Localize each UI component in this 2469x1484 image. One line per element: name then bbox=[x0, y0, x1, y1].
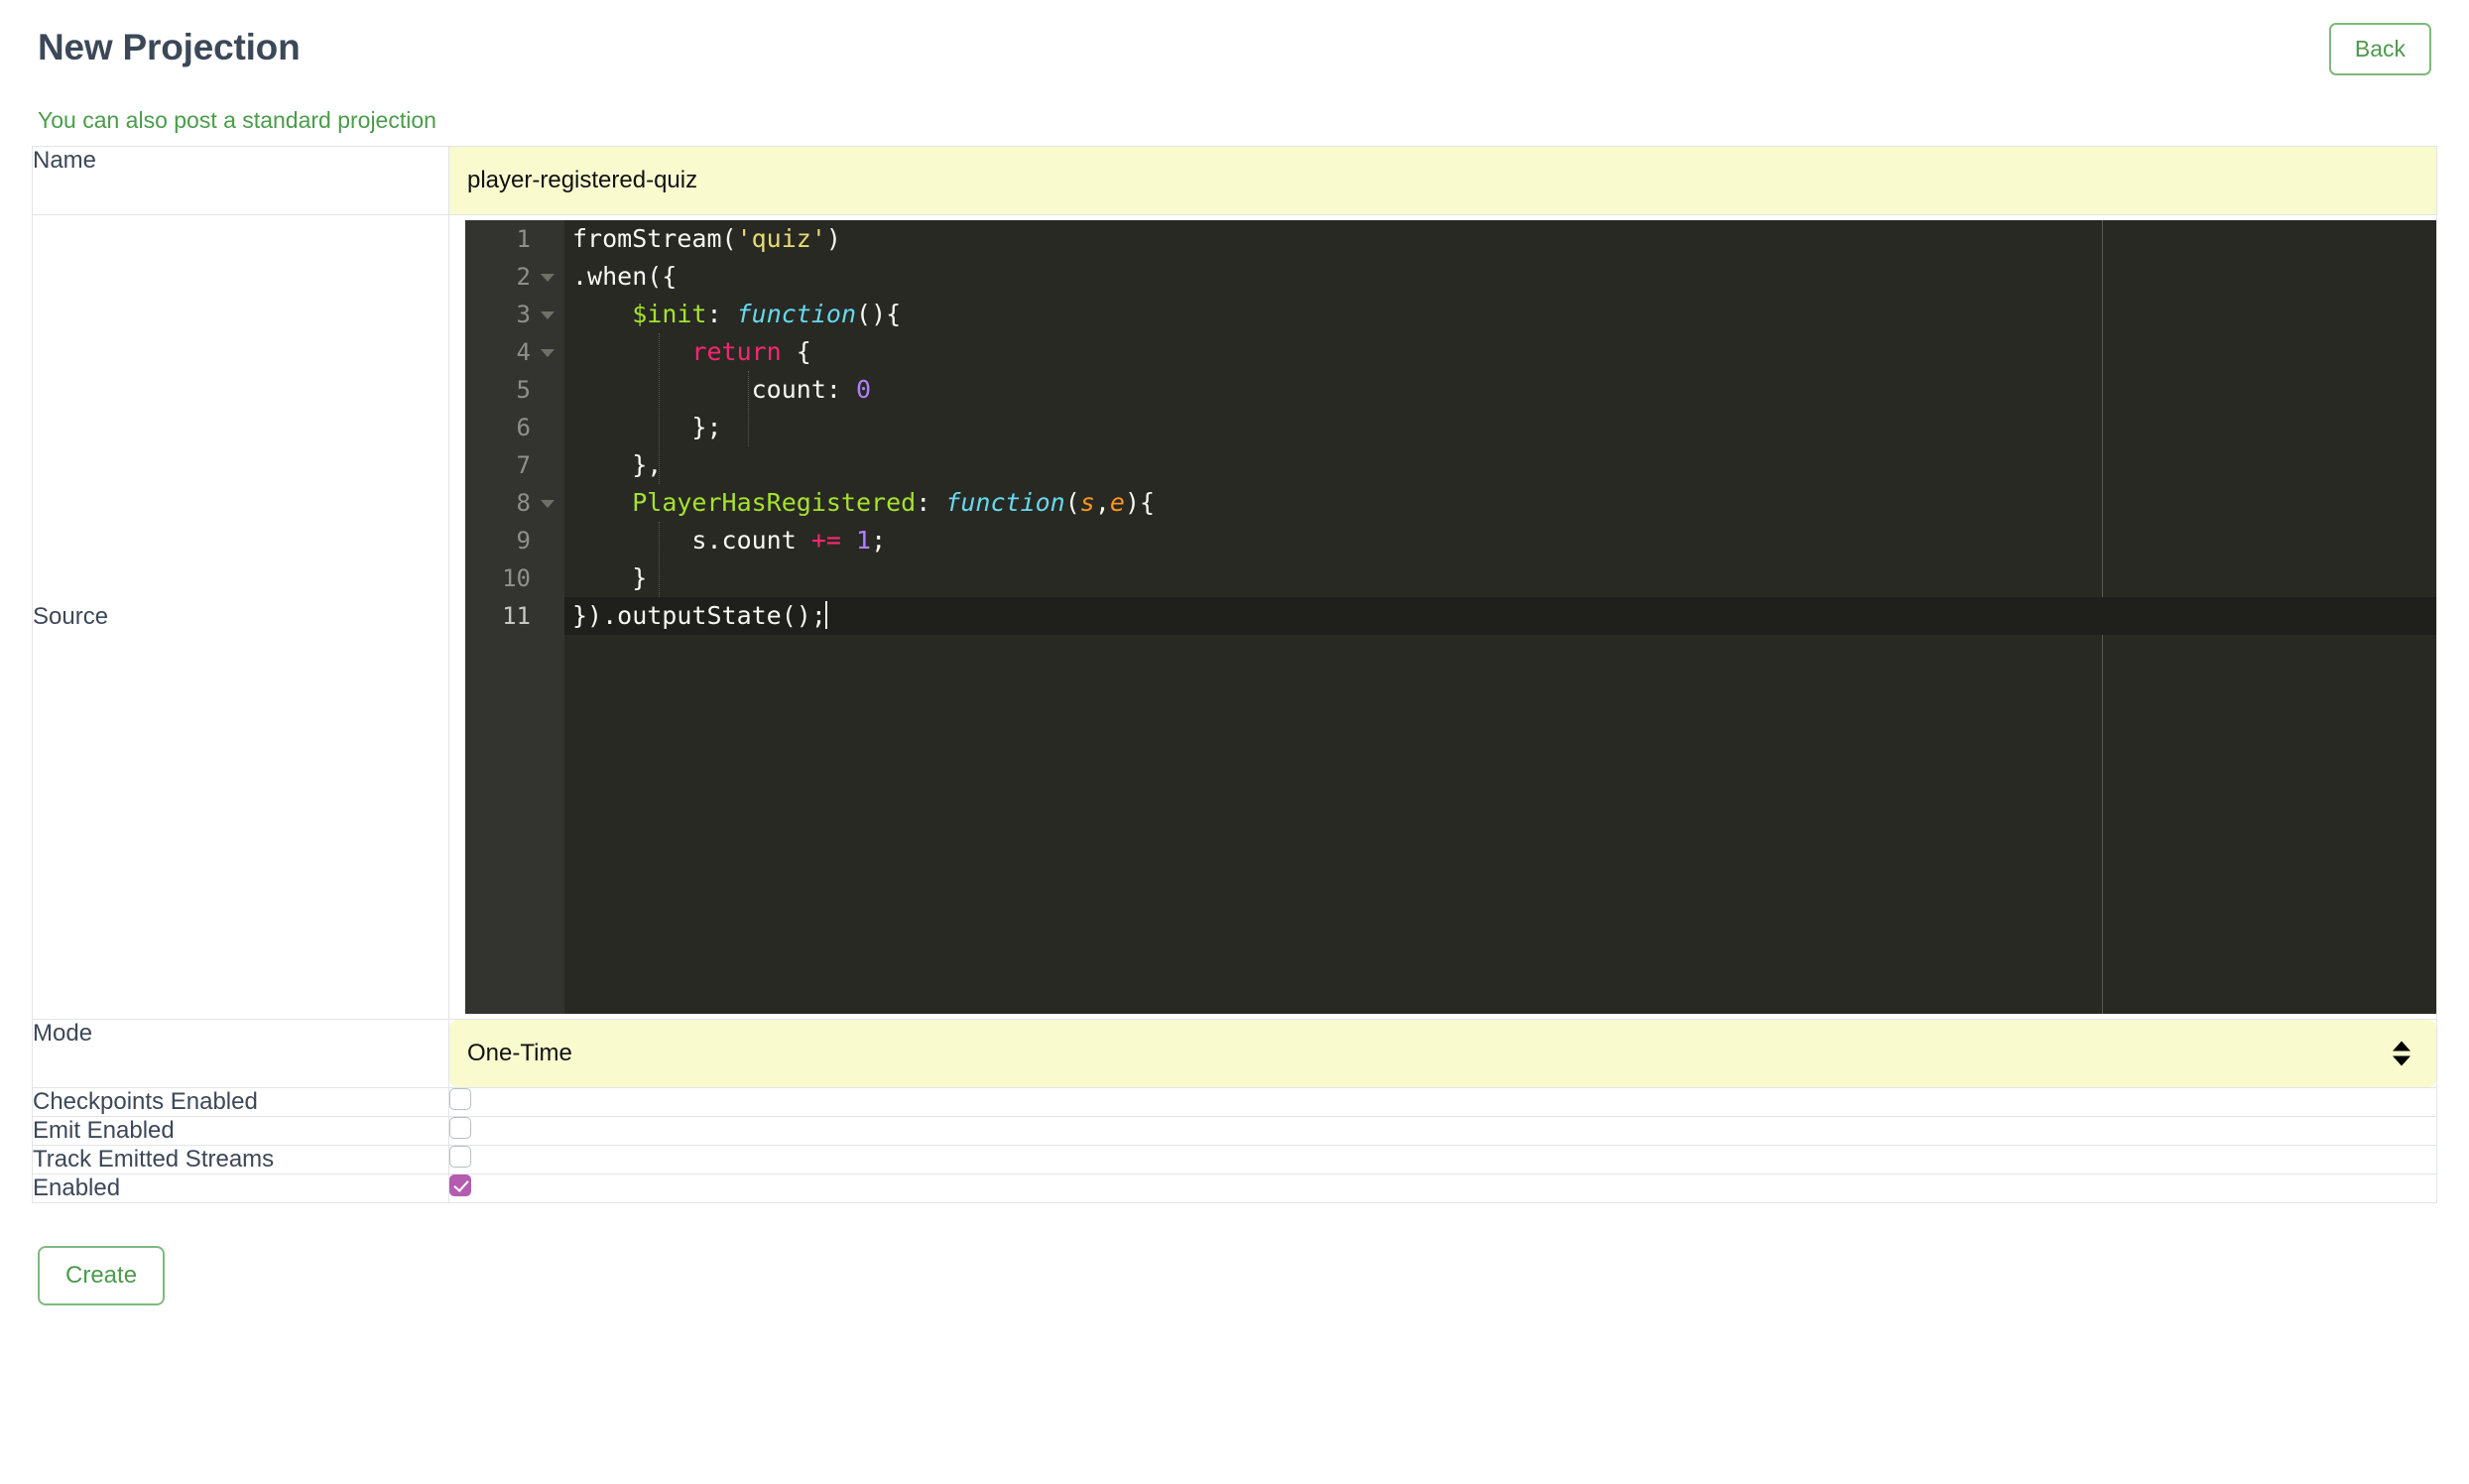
track-emitted-streams-cell bbox=[449, 1146, 2437, 1175]
gutter-line: 2 bbox=[465, 258, 564, 296]
mode-select-wrap bbox=[449, 1020, 2436, 1087]
code-line: }; bbox=[564, 409, 2436, 446]
code-line: return { bbox=[564, 333, 2436, 371]
fold-arrow-icon[interactable] bbox=[541, 500, 555, 508]
create-button[interactable]: Create bbox=[38, 1246, 165, 1305]
gutter-line: 8 bbox=[465, 484, 564, 522]
enabled-cell bbox=[449, 1175, 2437, 1203]
page-title: New Projection bbox=[38, 26, 300, 69]
gutter-line: 4 bbox=[465, 333, 564, 371]
checkpoints-enabled-checkbox[interactable] bbox=[449, 1088, 471, 1110]
form-actions: Create bbox=[38, 1246, 2437, 1305]
gutter-line-active: 11 bbox=[465, 597, 564, 635]
name-label: Name bbox=[33, 147, 449, 215]
table-row-name: Name bbox=[33, 147, 2437, 215]
gutter-line: 10 bbox=[465, 559, 564, 597]
track-emitted-streams-checkbox[interactable] bbox=[449, 1146, 471, 1168]
table-row-source: Source 1 2 3 bbox=[33, 215, 2437, 1020]
gutter-line: 9 bbox=[465, 522, 564, 559]
new-projection-page: New Projection Back You can also post a … bbox=[0, 0, 2469, 1484]
back-button[interactable]: Back bbox=[2329, 23, 2431, 75]
name-input[interactable] bbox=[449, 147, 2436, 214]
code-line: count: 0 bbox=[564, 371, 2436, 409]
code-line: PlayerHasRegistered: function(s,e){ bbox=[564, 484, 2436, 522]
table-row-checkpoints-enabled: Checkpoints Enabled bbox=[33, 1088, 2437, 1117]
gutter-line: 7 bbox=[465, 446, 564, 484]
enabled-checkbox[interactable] bbox=[449, 1175, 471, 1196]
name-field-cell bbox=[449, 147, 2437, 215]
table-row-emit-enabled: Emit Enabled bbox=[33, 1117, 2437, 1146]
gutter-line-number: 3 bbox=[517, 301, 531, 328]
standard-projection-link[interactable]: You can also post a standard projection bbox=[38, 107, 2437, 134]
mode-select[interactable] bbox=[449, 1020, 2436, 1087]
table-row-enabled: Enabled bbox=[33, 1175, 2437, 1203]
mode-label: Mode bbox=[33, 1020, 449, 1088]
gutter-line-number: 4 bbox=[517, 338, 531, 366]
editor-gutter: 1 2 3 4 bbox=[465, 220, 564, 1014]
projection-form-table: Name Source 1 2 bbox=[32, 146, 2437, 1203]
editor-content[interactable]: fromStream('quiz') .when({ $init: functi… bbox=[564, 220, 2436, 1014]
checkpoints-enabled-label: Checkpoints Enabled bbox=[33, 1088, 449, 1117]
code-line: s.count += 1; bbox=[564, 522, 2436, 559]
emit-enabled-checkbox[interactable] bbox=[449, 1117, 471, 1139]
code-line: $init: function(){ bbox=[564, 296, 2436, 333]
fold-arrow-icon[interactable] bbox=[541, 349, 555, 357]
code-line: .when({ bbox=[564, 258, 2436, 296]
text-cursor bbox=[825, 601, 827, 629]
fold-arrow-icon[interactable] bbox=[541, 311, 555, 319]
mode-field-cell bbox=[449, 1020, 2437, 1088]
fold-arrow-icon[interactable] bbox=[541, 274, 555, 282]
gutter-line: 5 bbox=[465, 371, 564, 409]
gutter-line-number: 2 bbox=[517, 263, 531, 291]
code-line: }, bbox=[564, 446, 2436, 484]
gutter-line-number: 8 bbox=[517, 489, 531, 517]
source-field-cell: 1 2 3 4 bbox=[449, 215, 2437, 1020]
table-row-track-emitted-streams: Track Emitted Streams bbox=[33, 1146, 2437, 1175]
code-line: fromStream('quiz') bbox=[564, 220, 2436, 258]
enabled-label: Enabled bbox=[33, 1175, 449, 1203]
source-label: Source bbox=[33, 215, 449, 1020]
checkpoints-enabled-cell bbox=[449, 1088, 2437, 1117]
emit-enabled-cell bbox=[449, 1117, 2437, 1146]
code-line-active: }).outputState(); bbox=[564, 597, 2436, 635]
emit-enabled-label: Emit Enabled bbox=[33, 1117, 449, 1146]
page-header: New Projection Back bbox=[32, 0, 2437, 91]
track-emitted-streams-label: Track Emitted Streams bbox=[33, 1146, 449, 1175]
code-line: } bbox=[564, 559, 2436, 597]
table-row-mode: Mode bbox=[33, 1020, 2437, 1088]
gutter-line: 3 bbox=[465, 296, 564, 333]
gutter-line: 1 bbox=[465, 220, 564, 258]
code-editor[interactable]: 1 2 3 4 bbox=[465, 220, 2436, 1014]
gutter-line: 6 bbox=[465, 409, 564, 446]
